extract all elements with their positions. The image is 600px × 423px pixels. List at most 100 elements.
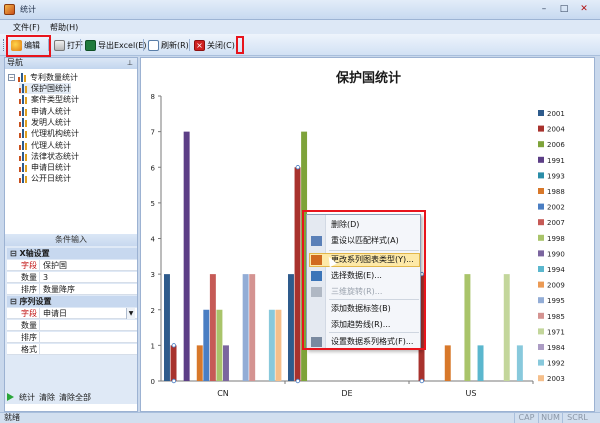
status-cap: CAP	[514, 413, 538, 423]
property-key: 数量	[7, 320, 39, 331]
collapse-icon[interactable]: −	[8, 74, 15, 81]
selection-handle	[420, 379, 424, 383]
bar-chart-icon	[18, 73, 27, 82]
status-text: 就绪	[4, 413, 20, 423]
legend-swatch	[538, 297, 544, 303]
bar	[203, 310, 209, 381]
selection-handle	[296, 165, 300, 169]
condition-header: 条件输入	[5, 234, 137, 246]
legend-label: 2002	[547, 204, 565, 212]
selection-handle	[296, 379, 300, 383]
menu-file[interactable]: 文件(F)	[13, 22, 40, 33]
property-key: 字段	[7, 260, 39, 271]
clear-button[interactable]: 清除	[39, 392, 55, 403]
bar	[288, 274, 294, 381]
bar	[223, 345, 229, 381]
property-value[interactable]	[39, 344, 135, 355]
property-value[interactable]	[39, 332, 135, 343]
tree-item[interactable]: 发明人统计	[19, 117, 71, 128]
property-value[interactable]: 3	[39, 272, 135, 283]
bar	[478, 345, 484, 381]
close-button[interactable]: × 关闭(C)	[192, 38, 237, 52]
tree-item-label: 申请人统计	[31, 106, 71, 117]
tree-item[interactable]: 公开日统计	[19, 173, 71, 184]
x-category-label: CN	[217, 389, 229, 398]
refresh-button[interactable]: 刷新(R)	[146, 38, 191, 52]
property-row: 数量	[7, 320, 137, 331]
x-axis-section[interactable]: ⊟ X轴设置	[7, 248, 137, 259]
minimize-button[interactable]: –	[536, 3, 552, 16]
title-bar: 统计 – □ ✕	[0, 0, 600, 20]
legend-label: 2004	[547, 126, 565, 134]
print-icon	[54, 40, 65, 51]
tree-item[interactable]: 保护国统计	[19, 83, 71, 94]
property-value[interactable]: 保护国	[39, 260, 135, 271]
menu-help[interactable]: 帮助(H)	[50, 22, 78, 33]
tree-item[interactable]: 代理机构统计	[19, 128, 79, 139]
property-row: 格式	[7, 344, 137, 355]
property-value-text: 保护国	[43, 261, 67, 270]
tree-item[interactable]: 代理人统计	[19, 140, 71, 151]
tree-item[interactable]: 申请人统计	[19, 106, 71, 117]
export-excel-button[interactable]: 导出Excel(E)	[83, 38, 149, 52]
bar	[517, 345, 523, 381]
bar	[295, 167, 301, 381]
stat-button[interactable]: 统计	[19, 392, 35, 403]
toolbar-grip[interactable]	[3, 39, 5, 51]
property-value[interactable]: 数量降序	[39, 284, 135, 295]
series-section-collapse-icon[interactable]: ⊟	[10, 297, 17, 306]
legend-swatch	[538, 360, 544, 366]
tree-root[interactable]: − 专利数量统计	[8, 72, 78, 83]
series-section[interactable]: ⊟ 序列设置	[7, 296, 137, 307]
bar	[210, 274, 216, 381]
bar	[445, 345, 451, 381]
close-window-button[interactable]: ✕	[576, 3, 592, 16]
property-value-text: 3	[43, 273, 48, 282]
toolbar-separator	[143, 39, 144, 51]
legend-label: 1988	[547, 188, 565, 196]
dropdown-arrow-icon[interactable]: ▼	[126, 308, 135, 319]
clear-all-button[interactable]: 清除全部	[59, 392, 91, 403]
tree-item[interactable]: 法律状态统计	[19, 151, 79, 162]
legend-label: 1993	[547, 172, 565, 180]
nav-header: 导航 ⊥	[5, 58, 137, 69]
bar	[243, 274, 249, 381]
pin-icon[interactable]: ⊥	[127, 58, 133, 68]
status-scrl: SCRL	[562, 413, 592, 423]
property-row: 字段保护国	[7, 260, 137, 271]
y-tick-label: 0	[151, 378, 155, 386]
bar	[184, 132, 190, 381]
y-tick-label: 8	[151, 93, 155, 101]
property-key: 字段	[7, 308, 39, 319]
edit-highlight-box	[6, 35, 51, 57]
legend-swatch	[538, 266, 544, 272]
bar-chart-icon	[19, 141, 28, 150]
tree-item[interactable]: 申请日统计	[19, 162, 71, 173]
y-tick-label: 7	[151, 129, 155, 137]
y-tick-label: 5	[151, 200, 155, 208]
tree-item[interactable]: 案件类型统计	[19, 94, 79, 105]
legend-swatch	[538, 172, 544, 178]
x-axis-section-collapse-icon[interactable]: ⊟	[10, 249, 17, 258]
action-bar: 统计 清除 清除全部	[5, 390, 137, 404]
legend-swatch	[538, 328, 544, 334]
tree-item-label: 公开日统计	[31, 173, 71, 184]
property-value[interactable]	[39, 320, 135, 331]
selection-handle	[172, 379, 176, 383]
bar	[216, 310, 222, 381]
tree-item-label: 发明人统计	[31, 117, 71, 128]
status-bar: 就绪 CAP NUM SCRL	[0, 412, 600, 423]
maximize-button[interactable]: □	[556, 3, 572, 16]
tree-item-label: 法律状态统计	[31, 151, 79, 162]
export-excel-label: 导出Excel(E)	[98, 40, 147, 51]
window-title: 统计	[20, 4, 36, 15]
toolbar-separator	[189, 39, 190, 51]
navigation-panel: 导航 ⊥ − 专利数量统计 保护国统计案件类型统计申请人统计发明人统计代理机构统…	[4, 57, 138, 412]
legend-swatch	[538, 344, 544, 350]
legend-label: 1971	[547, 328, 565, 336]
property-value[interactable]: 申请日▼	[39, 308, 135, 319]
bar-chart-icon	[19, 95, 28, 104]
y-tick-label: 2	[151, 307, 155, 315]
bar-chart-icon	[19, 84, 28, 93]
bar-chart-icon	[19, 174, 28, 183]
